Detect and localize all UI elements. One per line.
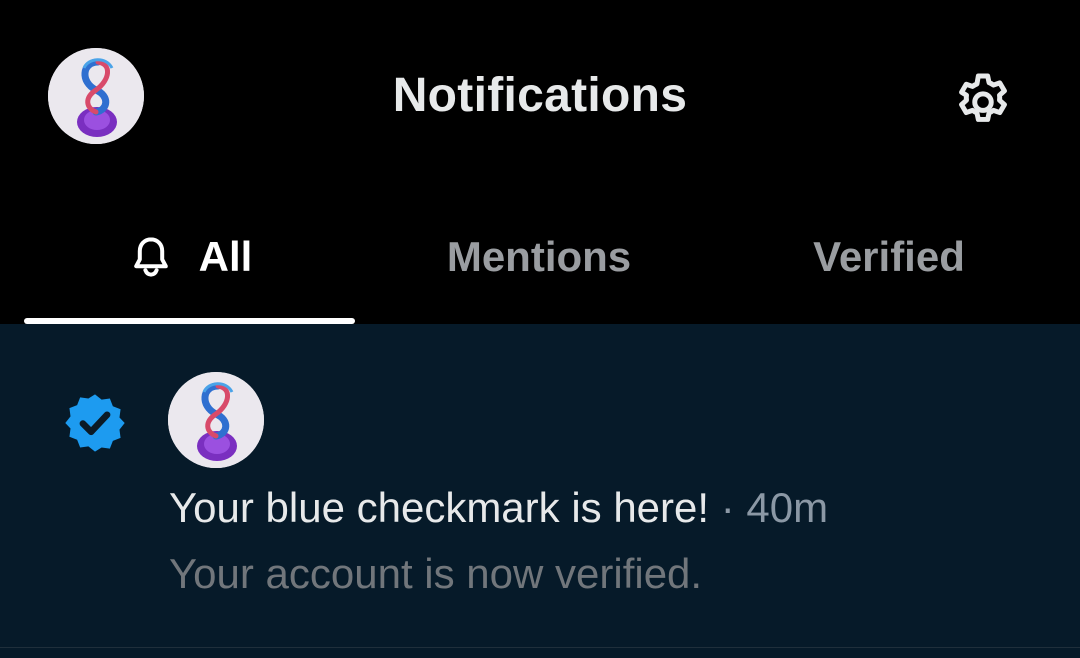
notification-avatar[interactable] bbox=[168, 372, 264, 468]
tab-mentions[interactable]: Mentions bbox=[374, 190, 704, 324]
top-bar: Notifications bbox=[0, 0, 1080, 190]
notification-list: Your blue checkmark is here! · 40m Your … bbox=[0, 324, 1080, 658]
notification-time: 40m bbox=[746, 484, 829, 531]
page-title: Notifications bbox=[392, 69, 688, 122]
notification-tabs: All Mentions Verified bbox=[0, 190, 1080, 324]
tab-verified[interactable]: Verified bbox=[724, 190, 1054, 324]
notification-separator: · bbox=[720, 484, 735, 531]
notification-headline-line: Your blue checkmark is here! · 40m bbox=[169, 482, 828, 534]
bell-icon bbox=[127, 233, 175, 281]
notifications-screen: Notifications All Mentions Verified Your… bbox=[0, 0, 1080, 658]
divider bbox=[0, 647, 1080, 648]
tab-all-label: All bbox=[198, 233, 253, 280]
tab-verified-label: Verified bbox=[813, 233, 965, 280]
settings-button[interactable] bbox=[946, 64, 1020, 132]
notification-subtext: Your account is now verified. bbox=[169, 550, 703, 597]
notification-item[interactable]: Your blue checkmark is here! · 40m Your … bbox=[0, 324, 1080, 646]
tab-all[interactable]: All bbox=[24, 190, 355, 324]
gear-icon bbox=[959, 73, 1007, 122]
verified-badge-icon bbox=[62, 390, 128, 456]
avatar-logo-image bbox=[168, 372, 264, 468]
tab-mentions-label: Mentions bbox=[446, 233, 632, 280]
notification-headline: Your blue checkmark is here! bbox=[169, 484, 710, 531]
